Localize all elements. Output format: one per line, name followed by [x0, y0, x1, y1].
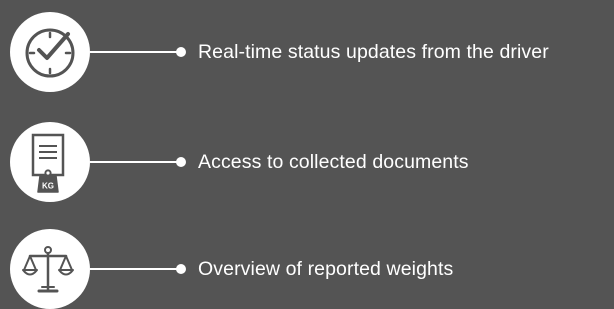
feature-text: Overview of reported weights [198, 258, 454, 280]
connector-dot [176, 264, 186, 274]
clock-check-icon [10, 12, 90, 92]
feature-list: Real-time status updates from the driver… [0, 0, 614, 309]
feature-text: Real-time status updates from the driver [198, 41, 549, 63]
feature-item-documents: KG Access to collected documents [10, 122, 610, 202]
balance-scale-icon [10, 229, 90, 309]
feature-item-weights: Overview of reported weights [10, 229, 610, 309]
document-weight-icon: KG [10, 122, 90, 202]
connector-line [90, 268, 180, 270]
weight-label: KG [42, 182, 54, 191]
connector-line [90, 161, 180, 163]
feature-text: Access to collected documents [198, 151, 469, 173]
connector-dot [176, 157, 186, 167]
connector-line [90, 51, 180, 53]
connector-dot [176, 47, 186, 57]
feature-item-status-updates: Real-time status updates from the driver [10, 12, 610, 92]
